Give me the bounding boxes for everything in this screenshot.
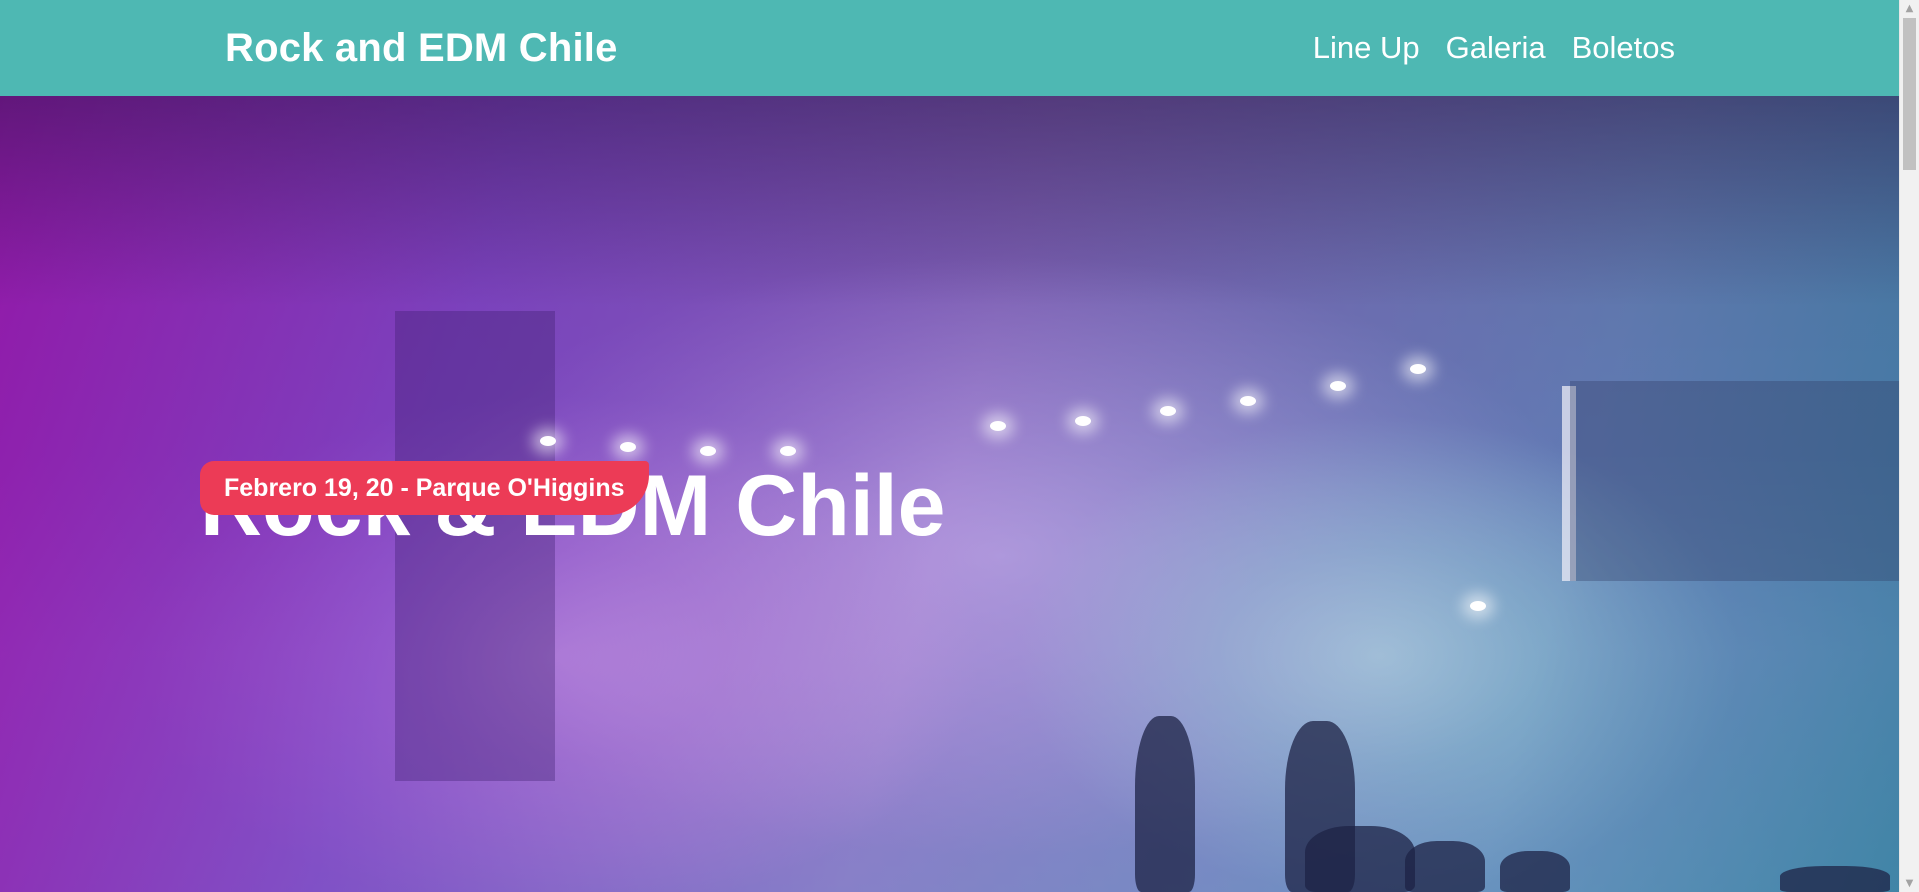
stage-light <box>1240 396 1256 406</box>
stage-light <box>780 446 796 456</box>
stage-light <box>1160 406 1176 416</box>
nav-link-galeria[interactable]: Galeria <box>1446 26 1546 70</box>
crowd-silhouette <box>1305 826 1415 892</box>
speaker-stack-right <box>1570 381 1899 581</box>
nav-link-line-up[interactable]: Line Up <box>1313 26 1420 70</box>
event-date-badge: Febrero 19, 20 - Parque O'Higgins <box>200 461 649 515</box>
scrollbar-thumb[interactable] <box>1903 18 1916 170</box>
stage-light <box>1330 381 1346 391</box>
stage-light <box>620 442 636 452</box>
crowd-silhouette <box>1780 866 1890 892</box>
stage-rigging <box>0 96 1899 306</box>
stage-light <box>700 446 716 456</box>
page-scrollbar[interactable]: ▲ ▼ <box>1899 0 1919 892</box>
crowd-silhouette <box>1500 851 1570 892</box>
stage-light <box>1410 364 1426 374</box>
site-logo[interactable]: Rock and EDM Chile <box>225 22 618 74</box>
scroll-down-arrow-icon[interactable]: ▼ <box>1900 875 1919 892</box>
nav-link-boletos[interactable]: Boletos <box>1572 26 1675 70</box>
crowd-silhouette <box>1405 841 1485 892</box>
main-nav: Line Up Galeria Boletos <box>1313 26 1675 70</box>
page-viewport: Rock and EDM Chile Line Up Galeria Bolet… <box>0 0 1899 892</box>
stage-light <box>1470 601 1486 611</box>
stage-light <box>1075 416 1091 426</box>
scroll-up-arrow-icon[interactable]: ▲ <box>1900 0 1919 17</box>
performer-silhouette <box>1135 716 1195 892</box>
site-header: Rock and EDM Chile Line Up Galeria Bolet… <box>0 0 1899 96</box>
stage-light <box>990 421 1006 431</box>
stage-light <box>540 436 556 446</box>
